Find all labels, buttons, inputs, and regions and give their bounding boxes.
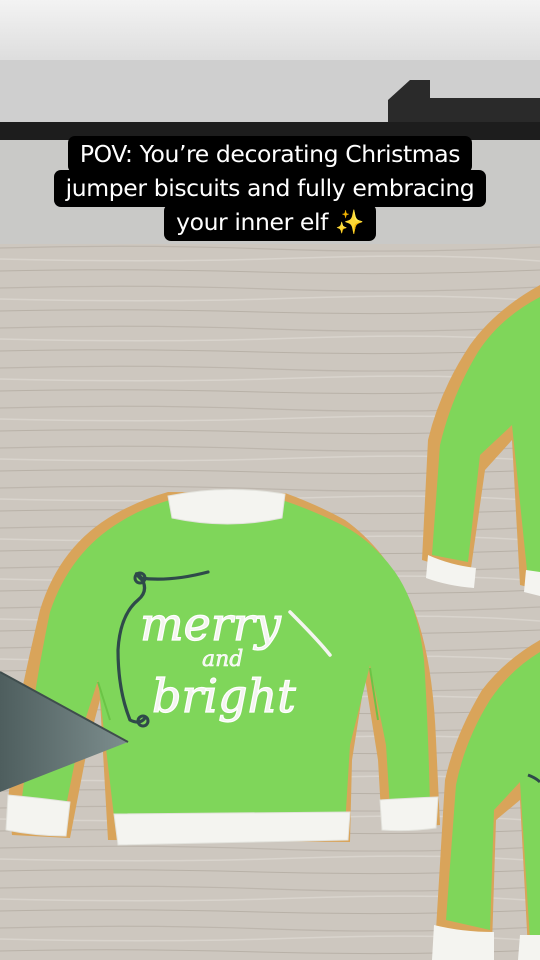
caption-text-2: jumper biscuits and fully embracing xyxy=(65,174,475,202)
left-cuff-trim xyxy=(5,794,71,837)
right-cuff-trim xyxy=(379,796,439,832)
caption-line-2: jumper biscuits and fully embracing xyxy=(53,170,487,207)
caption-line-3: your inner elf ✨ xyxy=(164,204,376,241)
collar-trim xyxy=(167,488,286,525)
caption-overlay: POV: You’re decorating Christmas jumper … xyxy=(0,136,540,241)
cookie-word-bright: bright xyxy=(152,669,296,723)
sparkles-icon: ✨ xyxy=(335,208,364,236)
caption-line-1: POV: You’re decorating Christmas xyxy=(67,136,473,173)
hem-trim xyxy=(113,811,351,846)
caption-text-1: POV: You’re decorating Christmas xyxy=(79,140,461,168)
cookie-word-merry: merry xyxy=(140,597,282,651)
counter-top xyxy=(0,0,540,70)
caption-text-3: your inner elf xyxy=(176,208,328,236)
